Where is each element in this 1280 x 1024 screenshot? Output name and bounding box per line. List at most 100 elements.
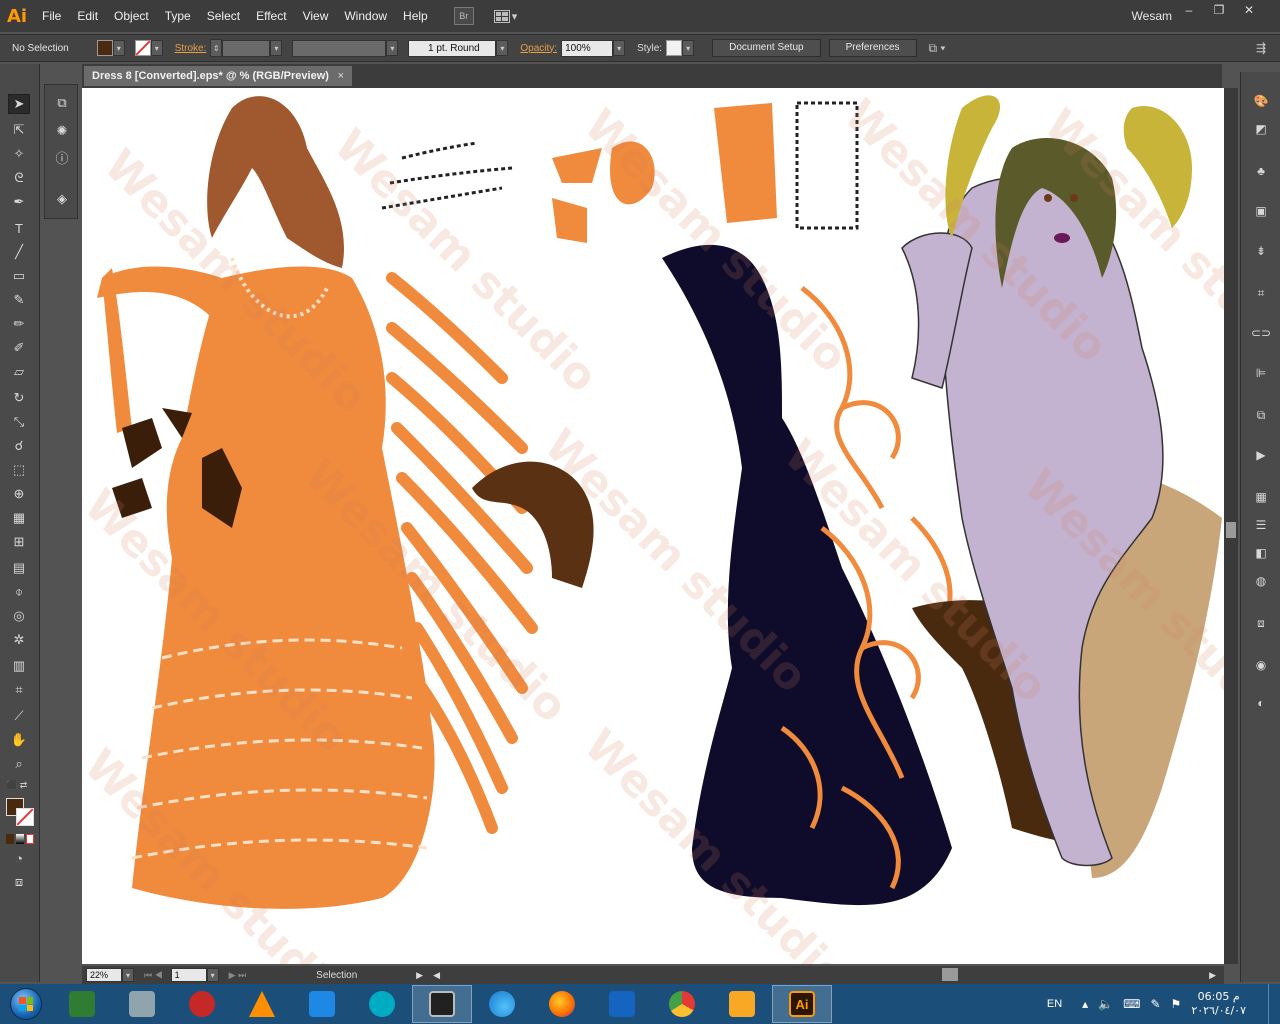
zoom-field[interactable]: 22% — [86, 968, 122, 982]
eraser-tool[interactable]: ▱ — [8, 362, 30, 382]
brushes-icon[interactable]: ▣ — [1251, 202, 1271, 220]
direct-selection-tool[interactable]: ⇱ — [8, 120, 30, 140]
taskbar-eye-app[interactable] — [172, 985, 232, 1023]
opacity-dropdown[interactable]: ▾ — [613, 40, 626, 56]
first-artboard-icon[interactable]: ⏮ ◀ — [144, 970, 163, 981]
color-icon[interactable]: 🎨 — [1251, 92, 1271, 110]
opacity-label[interactable]: Opacity: — [520, 43, 557, 54]
symbols-icon[interactable]: ⇟ — [1251, 242, 1271, 260]
document-setup-button[interactable]: Document Setup — [712, 39, 821, 57]
warp-tool[interactable]: ☌ — [8, 436, 30, 456]
fill-dropdown[interactable]: ▾ — [112, 40, 125, 56]
artboard-number-field[interactable]: 1 — [170, 968, 207, 982]
taskbar-firefox[interactable] — [532, 985, 592, 1023]
panel-menu-icon[interactable]: ⇶ — [1256, 41, 1266, 55]
shape-builder-tool[interactable]: ⊕ — [8, 484, 30, 504]
menu-select[interactable]: Select — [199, 0, 248, 32]
artboard-nav-icon[interactable]: ⧉ — [51, 93, 73, 113]
language-indicator[interactable]: EN — [1047, 998, 1062, 1010]
color-mode-buttons[interactable] — [6, 834, 34, 844]
lasso-tool[interactable]: ᘓ — [8, 168, 30, 188]
artboard-canvas[interactable]: Wesam studio Wesam studio Wesam studio W… — [82, 88, 1224, 964]
scroll-left-arrow[interactable]: ◀ — [433, 970, 440, 981]
taskbar-explorer[interactable] — [712, 985, 772, 1023]
transform-icon[interactable]: ⌗ — [1251, 284, 1271, 302]
taskbar-edge[interactable] — [472, 985, 532, 1023]
artboards-panel-icon[interactable]: ⧈ — [1251, 614, 1271, 632]
taskbar-photo-app[interactable] — [292, 985, 352, 1023]
layers-stack-icon[interactable]: ◈ — [51, 189, 73, 209]
document-tab[interactable]: Dress 8 [Converted].eps* @ % (RGB/Previe… — [84, 66, 352, 86]
arrange-options-icon[interactable]: ⧉ ▾ — [929, 41, 946, 56]
taskbar-studio-app[interactable] — [412, 985, 472, 1023]
user-menu[interactable]: Wesam — [1132, 0, 1172, 32]
arrange-documents-button[interactable]: ▾ — [493, 7, 522, 25]
stroke-weight-stepper[interactable]: ⇕ — [210, 39, 223, 57]
pathfinder-icon[interactable]: ⊂⊃ — [1251, 324, 1271, 342]
transparency-icon[interactable]: ◍ — [1251, 572, 1271, 590]
taskbar-screen-recorder[interactable] — [52, 985, 112, 1023]
clock[interactable]: 06:05 م ٢٠٢٦/٠٤/٠٧ — [1191, 990, 1246, 1018]
menu-edit[interactable]: Edit — [69, 0, 106, 32]
menu-object[interactable]: Object — [106, 0, 157, 32]
taskbar-mail-app[interactable] — [592, 985, 652, 1023]
preferences-button[interactable]: Preferences — [828, 39, 917, 57]
pen-tray-icon[interactable]: ✎ — [1150, 997, 1160, 1011]
pencil-tool[interactable]: ✏ — [8, 314, 30, 334]
blob-brush-tool[interactable]: ✐ — [8, 338, 30, 358]
swap-colors-icon[interactable]: ⬛ ⇄ — [6, 780, 34, 794]
brush-definition-dropdown[interactable]: ▾ — [496, 40, 509, 56]
opacity-field[interactable]: 100% — [561, 39, 614, 57]
hand-tool[interactable]: ✋ — [8, 730, 30, 750]
appearance-icon[interactable]: ◉ — [1251, 656, 1271, 674]
menu-help[interactable]: Help — [395, 0, 436, 32]
tray-expand-icon[interactable]: ▴ — [1082, 997, 1088, 1011]
fill-swatch[interactable] — [96, 40, 113, 56]
gradient-tool[interactable]: ▤ — [8, 558, 30, 578]
stroke-weight-field[interactable] — [222, 39, 271, 57]
horizontal-scroll-thumb[interactable] — [942, 968, 958, 981]
scale-tool[interactable]: ⤡ — [8, 412, 30, 432]
zoom-dropdown[interactable]: ▾ — [122, 968, 134, 982]
line-tool[interactable]: ╱ — [8, 242, 30, 262]
brush-definition-field[interactable]: 1 pt. Round — [408, 39, 497, 57]
swatches-icon[interactable]: ♣ — [1251, 162, 1271, 180]
status-menu-arrow[interactable]: ▶ — [416, 970, 423, 981]
free-transform-tool[interactable]: ⬚ — [8, 460, 30, 480]
variable-width-dropdown[interactable]: ▾ — [386, 40, 399, 56]
color-guide-icon[interactable]: ◩ — [1251, 120, 1271, 138]
graphic-style-dropdown[interactable]: ▾ — [682, 40, 695, 56]
start-button[interactable] — [0, 984, 52, 1024]
status-tool-name[interactable]: Selection — [316, 970, 386, 981]
restore-button[interactable]: ❐ — [1204, 0, 1234, 20]
type-tool[interactable]: T — [8, 218, 30, 238]
stroke-icon[interactable]: ☰ — [1251, 516, 1271, 534]
taskbar-vlc[interactable] — [232, 985, 292, 1023]
stroke-weight-dropdown[interactable]: ▾ — [270, 40, 283, 56]
perspective-grid-tool[interactable]: ▦ — [8, 508, 30, 528]
bridge-button[interactable]: Br — [453, 7, 474, 25]
menu-window[interactable]: Window — [336, 0, 395, 32]
blend-tool[interactable]: ◎ — [8, 606, 30, 626]
slice-tool[interactable]: ⟋ — [8, 706, 30, 726]
actions-icon[interactable]: ▶ — [1251, 446, 1271, 464]
info-icon[interactable]: ⓘ — [51, 147, 73, 167]
graph-tool[interactable]: ▥ — [8, 656, 30, 676]
stroke-label[interactable]: Stroke: — [175, 43, 207, 54]
stroke-color-box[interactable] — [16, 808, 34, 826]
taskbar-illustrator[interactable]: Ai — [772, 985, 832, 1023]
network-icon[interactable]: ⌨ — [1123, 997, 1140, 1011]
navigator-icon[interactable]: ✺ — [51, 121, 73, 141]
grid-icon[interactable]: ▦ — [1251, 488, 1271, 506]
zoom-tool[interactable]: ⌕ — [8, 754, 30, 774]
gradient-panel-icon[interactable]: ◧ — [1251, 544, 1271, 562]
vertical-scrollbar[interactable] — [1224, 88, 1238, 964]
selection-tool[interactable]: ➤ — [8, 94, 30, 114]
variable-width-field[interactable] — [292, 39, 387, 57]
flag-icon[interactable]: ⚑ — [1171, 997, 1182, 1011]
rotate-tool[interactable]: ↻ — [8, 388, 30, 408]
align-icon[interactable]: ⊫ — [1251, 364, 1271, 382]
menu-file[interactable]: File — [34, 0, 69, 32]
last-artboard-icon[interactable]: ▶ ⏭ — [229, 970, 247, 981]
layers-icon[interactable]: ⧉ — [1251, 406, 1271, 424]
